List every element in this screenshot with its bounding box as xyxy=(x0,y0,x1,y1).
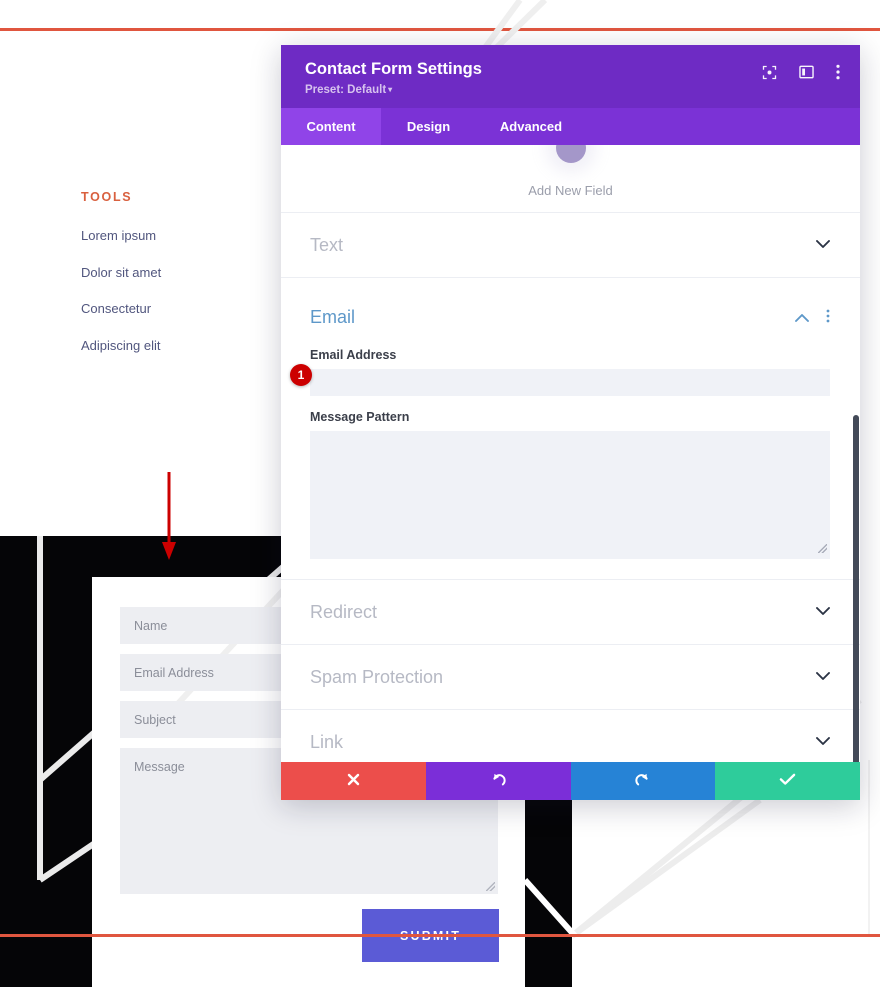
email-address-input[interactable] xyxy=(310,369,830,397)
message-pattern-wrapper xyxy=(310,431,830,560)
section-redirect-label: Redirect xyxy=(310,601,378,622)
focus-icon[interactable] xyxy=(762,65,777,80)
annotation-badge-1: 1 xyxy=(290,364,312,386)
resize-handle-icon[interactable] xyxy=(486,882,495,891)
section-spam-protection-label: Spam Protection xyxy=(310,666,444,687)
preset-label: Preset: Default xyxy=(305,84,387,97)
section-spam-protection[interactable]: Spam Protection xyxy=(281,645,860,711)
tools-link-4[interactable]: Adipiscing elit xyxy=(81,338,271,354)
frontend-message-placeholder: Message xyxy=(134,760,185,774)
modal-footer xyxy=(281,762,860,800)
undo-button[interactable] xyxy=(425,762,571,800)
preset-caret-icon: ▾ xyxy=(388,85,393,95)
section-link-label: Link xyxy=(310,731,344,752)
tab-content[interactable]: Content xyxy=(281,108,381,146)
contact-form-settings-modal: Contact Form Settings Preset: Default▾ xyxy=(281,45,860,800)
modal-tabs: Content Design Advanced xyxy=(281,108,860,146)
message-pattern-textarea[interactable] xyxy=(310,431,830,560)
chevron-down-icon[interactable] xyxy=(816,668,830,686)
x-icon xyxy=(346,772,361,790)
annotation-arrow-icon xyxy=(162,472,176,560)
save-button[interactable] xyxy=(715,762,860,800)
tab-design[interactable]: Design xyxy=(381,108,476,145)
section-redirect[interactable]: Redirect xyxy=(281,580,860,646)
redo-button[interactable] xyxy=(570,762,716,800)
tools-link-1[interactable]: Lorem ipsum xyxy=(81,228,271,244)
chevron-down-icon[interactable] xyxy=(816,603,830,621)
more-options-icon[interactable] xyxy=(836,64,840,80)
tools-link-3[interactable]: Consectetur xyxy=(81,301,271,317)
message-pattern-label: Message Pattern xyxy=(310,410,410,425)
section-email[interactable]: Email xyxy=(281,278,860,334)
section-text[interactable]: Text xyxy=(281,213,860,279)
section-email-label: Email xyxy=(310,307,356,328)
section-link[interactable]: Link xyxy=(281,710,860,762)
preset-selector[interactable]: Preset: Default ▾ xyxy=(305,84,838,96)
redo-icon xyxy=(634,771,651,791)
close-button[interactable] xyxy=(281,762,426,800)
tab-advanced[interactable]: Advanced xyxy=(476,108,586,145)
add-new-field-label: Add New Field xyxy=(528,183,613,199)
chevron-down-icon[interactable] xyxy=(816,236,830,254)
undo-icon xyxy=(490,771,507,791)
screenshot-root: TOOLS Lorem ipsum Dolor sit amet Consect… xyxy=(0,0,880,987)
bottom-accent-rule xyxy=(0,934,880,937)
modal-body: Add New Field Text Email Email Address M… xyxy=(281,145,860,762)
tools-nav-block: TOOLS Lorem ipsum Dolor sit amet Consect… xyxy=(81,190,271,374)
section-text-label: Text xyxy=(310,234,344,255)
tools-heading: TOOLS xyxy=(81,190,133,204)
top-accent-rule xyxy=(0,28,880,31)
check-icon xyxy=(779,772,796,790)
add-new-field-circle-icon[interactable] xyxy=(555,145,586,164)
section-email-more-options-icon[interactable] xyxy=(826,309,830,328)
modal-header-icons xyxy=(762,64,840,80)
add-new-field-area[interactable]: Add New Field xyxy=(281,145,860,214)
chevron-down-icon[interactable] xyxy=(816,733,830,751)
chevron-up-icon[interactable] xyxy=(795,310,809,328)
modal-title: Contact Form Settings xyxy=(305,60,482,78)
modal-scrollbar-thumb[interactable] xyxy=(853,415,859,762)
layout-panel-icon[interactable] xyxy=(799,65,814,79)
email-settings-panel: Email Address Message Pattern xyxy=(281,348,860,581)
email-address-label: Email Address xyxy=(310,348,397,363)
tools-link-2[interactable]: Dolor sit amet xyxy=(81,265,271,281)
modal-header: Contact Form Settings Preset: Default ▾ xyxy=(281,45,860,109)
section-email-controls xyxy=(795,309,830,328)
